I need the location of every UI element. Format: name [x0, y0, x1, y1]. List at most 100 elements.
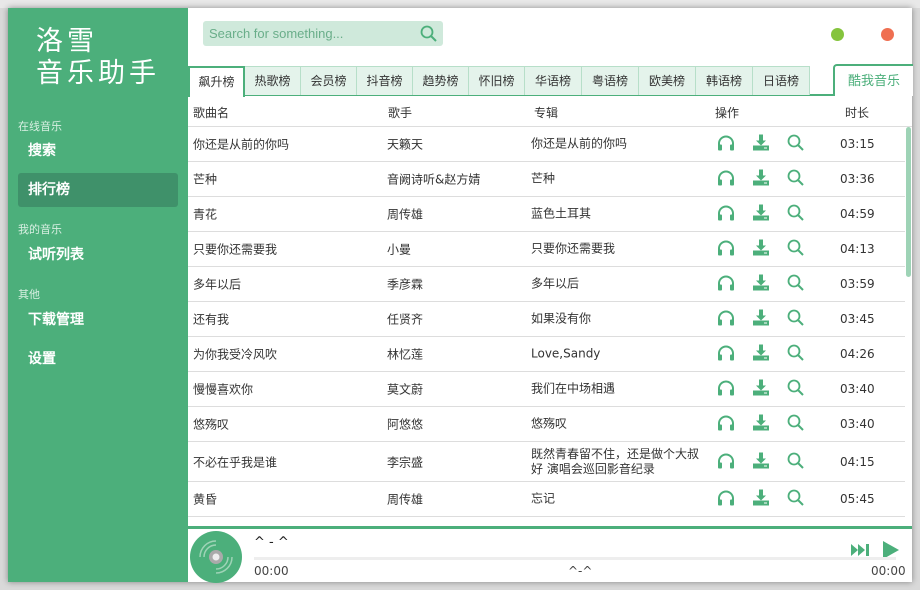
search-song-icon[interactable]: [787, 169, 804, 189]
table-row[interactable]: 不必在乎我是谁 李宗盛 既然青春留不住，还是做个大叔好 演唱会巡回影音纪录 04…: [188, 442, 905, 482]
search-song-icon[interactable]: [787, 452, 804, 472]
sidebar-item-downloads[interactable]: 下载管理: [18, 303, 178, 337]
search-icon[interactable]: [420, 25, 437, 42]
sidebar-item-leaderboard[interactable]: 排行榜: [18, 173, 178, 207]
search-song-icon[interactable]: [787, 239, 804, 259]
download-icon[interactable]: [752, 452, 770, 471]
album: 悠殇叹: [531, 416, 568, 431]
listen-icon[interactable]: [717, 452, 735, 471]
tab-3[interactable]: 抖音榜: [356, 66, 413, 95]
header-singer: 歌手: [388, 106, 413, 120]
song-name: 悠殇叹: [193, 417, 230, 432]
song-list: 你还是从前的你吗 天籁天 你还是从前的你吗 03:15 芒种 音阙诗听&赵方婧 芒…: [188, 127, 905, 525]
download-icon[interactable]: [752, 274, 770, 294]
download-icon[interactable]: [752, 344, 770, 364]
search-box: [203, 21, 443, 46]
singer: 任贤齐: [387, 312, 424, 327]
listen-icon[interactable]: [717, 490, 735, 509]
download-icon[interactable]: [752, 379, 770, 399]
download-icon[interactable]: [752, 169, 770, 189]
tab-7[interactable]: 粤语榜: [581, 66, 639, 95]
download-icon[interactable]: [752, 239, 770, 259]
background-window: [0, 0, 920, 8]
download-icon[interactable]: [752, 489, 770, 509]
search-song-icon[interactable]: [787, 489, 804, 509]
tab-5[interactable]: 怀旧榜: [468, 66, 525, 95]
album: 芒种: [531, 171, 556, 186]
singer: 林忆莲: [387, 347, 424, 362]
download-icon[interactable]: [752, 204, 770, 224]
tab-10[interactable]: 日语榜: [752, 66, 810, 95]
listen-icon[interactable]: [717, 415, 735, 434]
album: 只要你还需要我: [531, 241, 616, 256]
listen-icon[interactable]: [717, 345, 735, 364]
sidebar-item-settings[interactable]: 设置: [18, 342, 178, 376]
search-song-icon[interactable]: [787, 274, 804, 294]
logo-line2: 音乐助手: [36, 58, 160, 89]
close-button[interactable]: [881, 28, 894, 41]
singer: 李宗盛: [387, 455, 424, 469]
album: 既然青春留不住，还是做个大叔好 演唱会巡回影音纪录: [531, 446, 700, 476]
duration: 04:26: [840, 347, 875, 361]
search-song-icon[interactable]: [787, 309, 804, 329]
duration: 04:13: [840, 242, 875, 256]
listen-icon[interactable]: [717, 240, 735, 259]
tab-2[interactable]: 会员榜: [300, 66, 357, 95]
search-song-icon[interactable]: [787, 134, 804, 154]
next-track-icon[interactable]: [851, 543, 871, 557]
song-name: 多年以后: [193, 277, 242, 292]
download-icon[interactable]: [752, 309, 770, 329]
sidebar: 洛雪 音乐助手 在线音乐 搜索 排行榜 我的音乐 试听列表 其他 下载管理 设置: [8, 8, 188, 582]
search-song-icon[interactable]: [787, 414, 804, 434]
album: 忘记: [531, 491, 556, 506]
table-row[interactable]: 还有我 任贤齐 如果没有你 03:45: [188, 302, 905, 337]
minimize-button[interactable]: [831, 28, 844, 41]
player-bar: ^ - ^ 00:00 ^-^ 00:00: [188, 526, 912, 583]
singer: 季彦霖: [387, 277, 424, 292]
source-selector[interactable]: 酷我音乐: [833, 64, 913, 96]
table-row[interactable]: 慢慢喜欢你 莫文蔚 我们在中场相遇 03:40: [188, 372, 905, 407]
sidebar-item-playlist[interactable]: 试听列表: [18, 238, 178, 272]
singer: 阿悠悠: [387, 417, 424, 432]
sidebar-item-search[interactable]: 搜索: [18, 134, 178, 168]
duration: 04:15: [840, 454, 875, 469]
table-row[interactable]: 黄昏 周传雄 忘记 05:45: [188, 482, 905, 517]
duration: 03:59: [840, 277, 875, 291]
listen-icon[interactable]: [717, 135, 735, 154]
header-ops: 操作: [715, 106, 740, 120]
download-icon[interactable]: [752, 414, 770, 434]
tab-0[interactable]: 飙升榜: [188, 66, 245, 97]
listen-icon[interactable]: [717, 275, 735, 294]
app-logo: 洛雪 音乐助手: [36, 26, 160, 90]
listen-icon[interactable]: [717, 380, 735, 399]
listen-icon[interactable]: [717, 205, 735, 224]
progress-bar[interactable]: [254, 557, 896, 560]
tab-4[interactable]: 趋势榜: [412, 66, 469, 95]
duration: 05:45: [840, 492, 875, 506]
listen-icon[interactable]: [717, 170, 735, 189]
album: Love,Sandy: [531, 346, 601, 361]
table-row[interactable]: 你还是从前的你吗 天籁天 你还是从前的你吗 03:15: [188, 127, 905, 162]
search-song-icon[interactable]: [787, 204, 804, 224]
search-song-icon[interactable]: [787, 379, 804, 399]
table-row[interactable]: 悠殇叹 阿悠悠 悠殇叹 03:40: [188, 407, 905, 442]
tab-1[interactable]: 热歌榜: [244, 66, 301, 95]
album: 我们在中场相遇: [531, 381, 616, 396]
download-icon[interactable]: [752, 134, 770, 154]
table-row[interactable]: 芒种 音阙诗听&赵方婧 芒种 03:36: [188, 162, 905, 197]
duration: 03:45: [840, 312, 875, 326]
track-title: ^ - ^: [254, 535, 289, 550]
table-row[interactable]: 为你我受冷风吹 林忆莲 Love,Sandy 04:26: [188, 337, 905, 372]
table-row[interactable]: 只要你还需要我 小曼 只要你还需要我 04:13: [188, 232, 905, 267]
tab-8[interactable]: 欧美榜: [638, 66, 696, 95]
table-row[interactable]: 多年以后 季彦霖 多年以后 03:59: [188, 267, 905, 302]
tab-6[interactable]: 华语榜: [524, 66, 582, 95]
search-input[interactable]: [203, 21, 413, 46]
search-song-icon[interactable]: [787, 344, 804, 364]
tab-9[interactable]: 韩语榜: [695, 66, 753, 95]
listen-icon[interactable]: [717, 310, 735, 329]
duration: 03:40: [840, 382, 875, 396]
scrollbar[interactable]: [906, 127, 911, 277]
table-row[interactable]: 青花 周传雄 蓝色土耳其 04:59: [188, 197, 905, 232]
duration: 03:36: [840, 172, 875, 186]
